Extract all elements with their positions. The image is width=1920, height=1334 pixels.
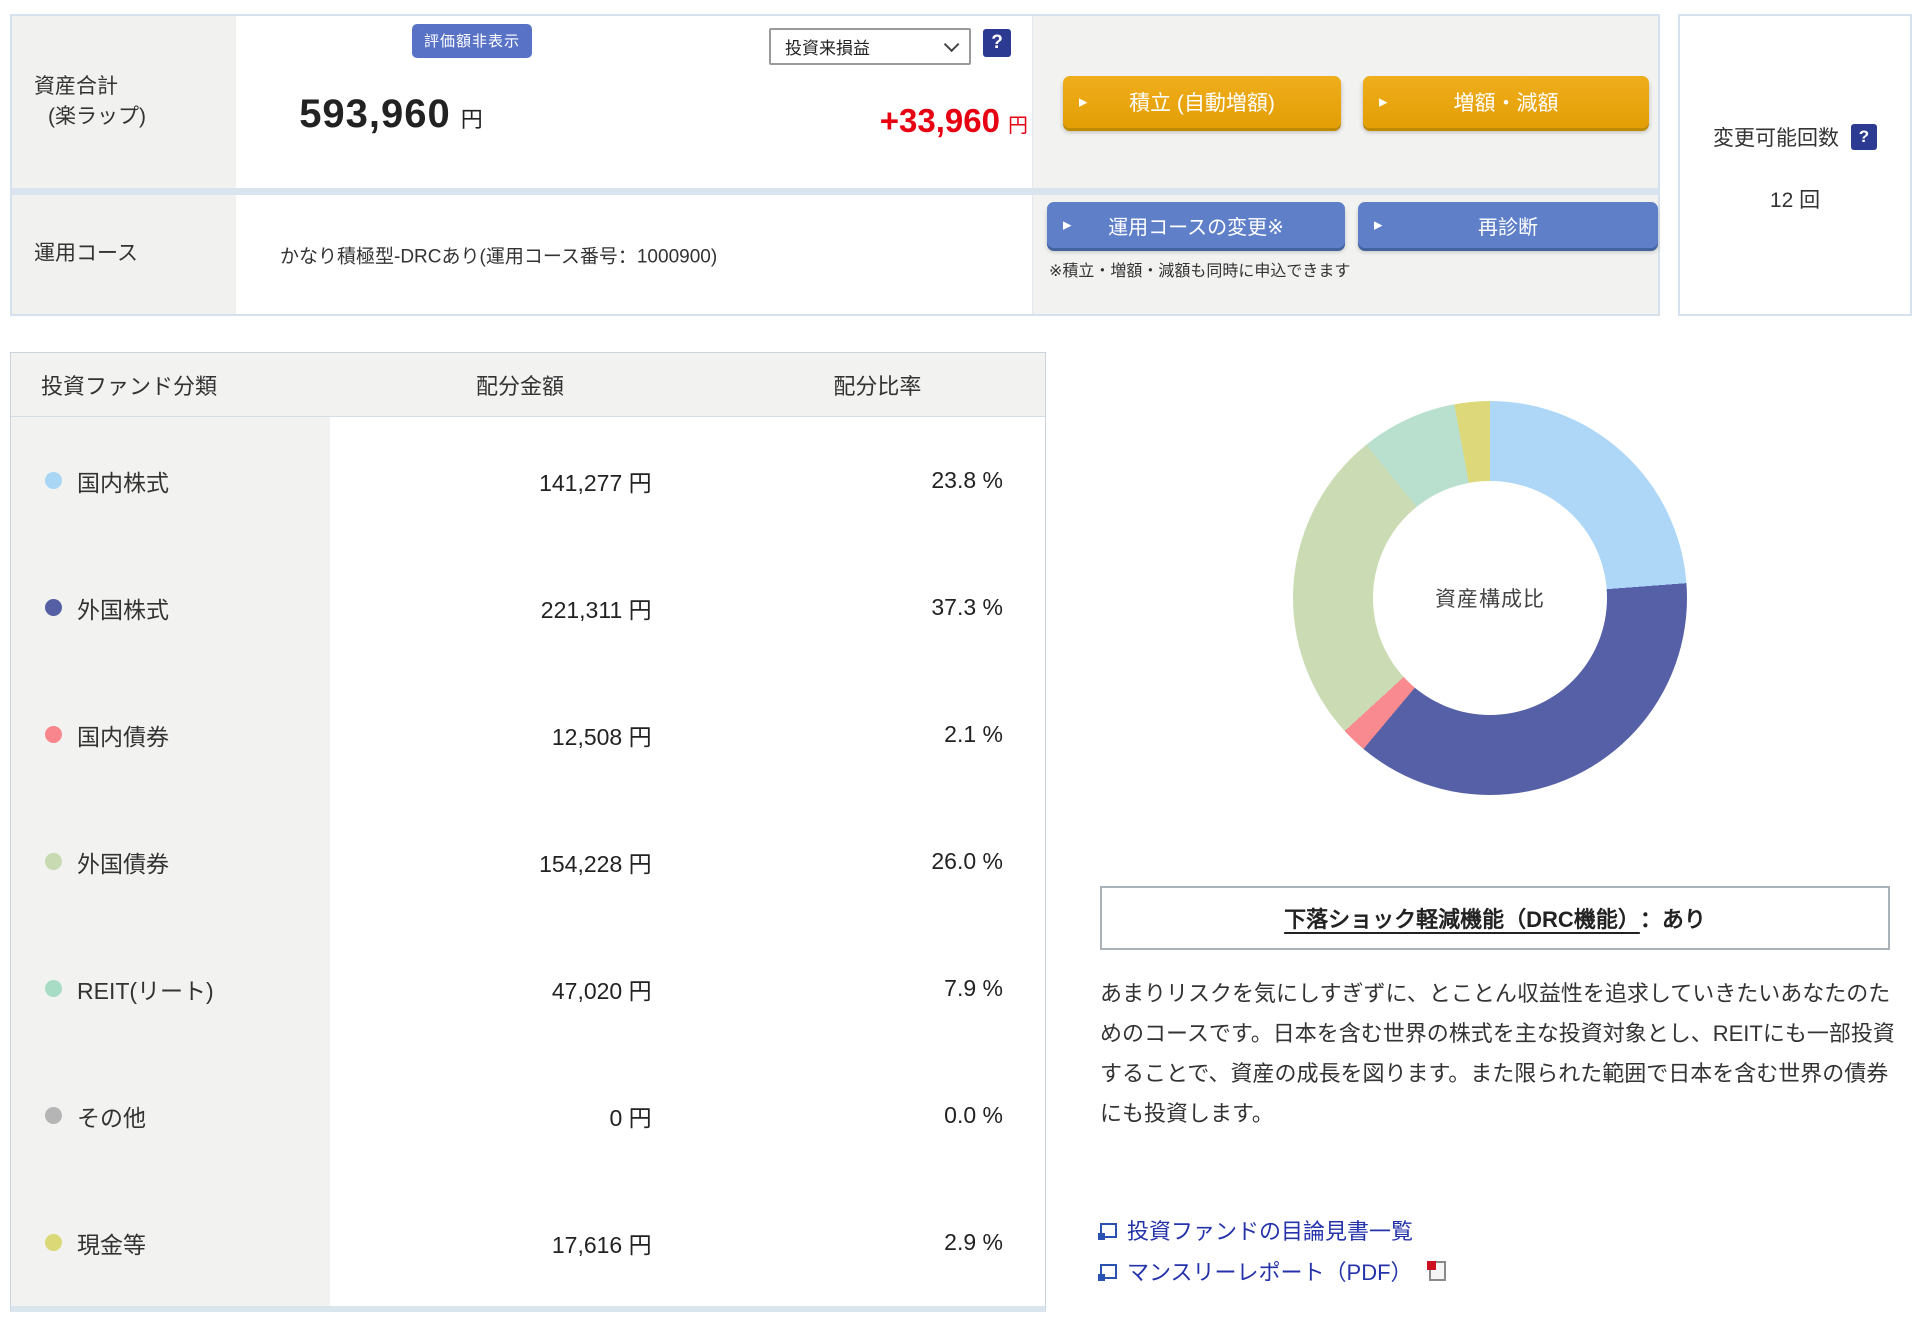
asset-total-label-line2: (楽ラップ) <box>34 102 236 132</box>
course-value: かなり積極型-DRCあり(運用コース番号：1000900) <box>280 241 717 268</box>
asset-total-row: 資産合計 (楽ラップ) 評価額非表示 593,960 円 投資来損益 ? +33,… <box>12 16 1658 188</box>
legend-dot-icon <box>45 726 62 743</box>
table-row: その他 0 円 0.0 % <box>11 1052 1045 1179</box>
header-fund-class: 投資ファンド分類 <box>11 369 330 401</box>
asset-total-label-line1: 資産合計 <box>34 72 236 102</box>
drc-feature-title: 下落ショック軽減機能（DRC機能） <box>1284 902 1640 934</box>
total-asset-value: 593,960 <box>299 92 451 136</box>
monthly-report-link[interactable]: マンスリーレポート（PDF） <box>1100 1255 1446 1287</box>
course-label: 運用コース <box>12 195 236 314</box>
total-asset-unit: 円 <box>461 107 483 132</box>
row-divider <box>12 188 1658 195</box>
legend-dot-icon <box>45 853 62 870</box>
asset-composition-donut-chart: 資産構成比 <box>1293 401 1687 795</box>
tsumitate-button[interactable]: ▶ 積立 (自動増額) <box>1063 76 1341 128</box>
drc-feature-status: ：あり <box>1640 902 1706 934</box>
course-content: かなり積極型-DRCあり(運用コース番号：1000900) <box>236 195 1032 314</box>
legend-dot-icon <box>45 980 62 997</box>
change-count-label: 変更可能回数 <box>1713 122 1839 152</box>
change-count-value: 12 回 <box>1680 184 1910 214</box>
pdf-icon <box>1429 1261 1446 1281</box>
course-description: あまりリスクを気にしすぎずに、とことん収益性を追求していきたいあなたのためのコー… <box>1100 974 1900 1134</box>
table-row: REIT(リート) 47,020 円 7.9 % <box>11 925 1045 1052</box>
asset-total-label: 資産合計 (楽ラップ) <box>12 16 236 188</box>
document-links: 投資ファンドの目論見書一覧 マンスリーレポート（PDF） <box>1100 1214 1446 1287</box>
pl-amount-value: +33,960 <box>880 102 1000 139</box>
allocation-table-body: 国内株式 141,277 円 23.8 % 外国株式 221,311 円 37.… <box>11 417 1045 1306</box>
legend-dot-icon <box>45 599 62 616</box>
prospectus-link[interactable]: 投資ファンドの目論見書一覧 <box>1100 1214 1446 1246</box>
play-arrow-icon: ▶ <box>1063 219 1071 232</box>
legend-dot-icon <box>45 1107 62 1124</box>
chevron-down-icon <box>944 37 960 53</box>
rakuten-wrap-dashboard: 資産合計 (楽ラップ) 評価額非表示 593,960 円 投資来損益 ? +33,… <box>0 0 1920 1334</box>
course-row: 運用コース かなり積極型-DRCあり(運用コース番号：1000900) ▶ 運用… <box>12 195 1658 314</box>
allocation-table: 投資ファンド分類 配分金額 配分比率 国内株式 141,277 円 23.8 %… <box>10 352 1046 1312</box>
rediagnose-button[interactable]: ▶ 再診断 <box>1358 202 1658 248</box>
header-ratio: 配分比率 <box>710 369 1045 401</box>
window-icon <box>1100 1264 1117 1279</box>
course-change-button[interactable]: ▶ 運用コースの変更※ <box>1047 202 1345 248</box>
play-arrow-icon: ▶ <box>1379 96 1387 109</box>
header-amount: 配分金額 <box>330 369 709 401</box>
allocation-table-header: 投資ファンド分類 配分金額 配分比率 <box>11 353 1045 417</box>
donut-hole: 資産構成比 <box>1373 481 1607 715</box>
table-row: 国内株式 141,277 円 23.8 % <box>11 417 1045 544</box>
donut-center-label: 資産構成比 <box>1435 583 1545 613</box>
asset-summary-box: 資産合計 (楽ラップ) 評価額非表示 593,960 円 投資来損益 ? +33,… <box>10 14 1660 316</box>
play-arrow-icon: ▶ <box>1374 219 1382 232</box>
table-row: 国内債券 12,508 円 2.1 % <box>11 671 1045 798</box>
table-row: 現金等 17,616 円 2.9 % <box>11 1179 1045 1306</box>
drc-feature-box: 下落ショック軽減機能（DRC機能）：あり <box>1100 886 1890 950</box>
change-count-box: 変更可能回数 ? 12 回 <box>1678 14 1912 316</box>
pl-period-select[interactable]: 投資来損益 <box>769 28 971 65</box>
apply-note: ※積立・増額・減額も同時に申込できます <box>1049 257 1350 281</box>
play-arrow-icon: ▶ <box>1079 96 1087 109</box>
legend-dot-icon <box>45 472 62 489</box>
legend-dot-icon <box>45 1234 62 1251</box>
course-actions-zone: ▶ 運用コースの変更※ ▶ 再診断 ※積立・増額・減額も同時に申込できます <box>1032 195 1658 314</box>
asset-total-content: 評価額非表示 593,960 円 投資来損益 ? +33,960 円 <box>236 16 1032 188</box>
table-row: 外国債券 154,228 円 26.0 % <box>11 798 1045 925</box>
zougaku-genngaku-button[interactable]: ▶ 増額・減額 <box>1363 76 1649 128</box>
pl-amount-unit: 円 <box>1008 115 1028 137</box>
change-count-help-icon[interactable]: ? <box>1851 124 1877 150</box>
table-row: 外国株式 221,311 円 37.3 % <box>11 544 1045 671</box>
asset-actions-zone: ▶ 積立 (自動増額) ▶ 増額・減額 <box>1032 16 1658 188</box>
pl-period-select-value: 投資来損益 <box>785 34 870 59</box>
pl-help-icon[interactable]: ? <box>983 29 1011 57</box>
total-asset-amount: 593,960 円 <box>236 92 546 137</box>
hide-valuation-badge[interactable]: 評価額非表示 <box>412 24 532 58</box>
window-icon <box>1100 1223 1117 1238</box>
pl-amount: +33,960 円 <box>880 102 1028 140</box>
